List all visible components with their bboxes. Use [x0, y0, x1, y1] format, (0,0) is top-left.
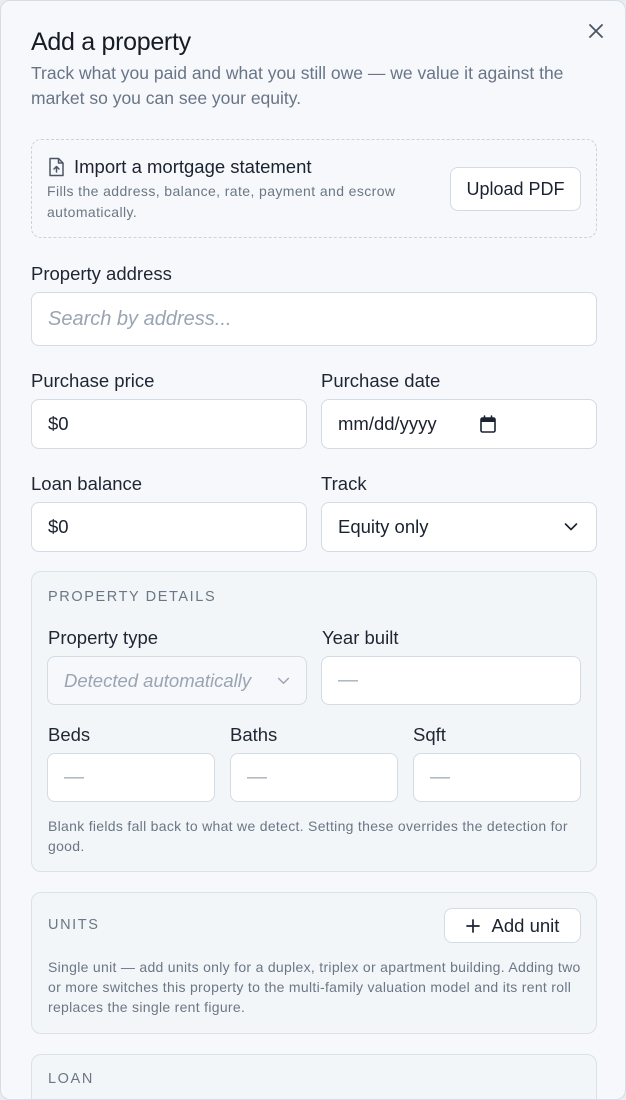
loan-balance-label: Loan balance: [31, 473, 143, 494]
import-statement-box: Import a mortgage statement Fills the ad…: [31, 139, 597, 238]
property-details-heading: PROPERTY DETAILS: [48, 589, 217, 605]
upload-pdf-button[interactable]: Upload PDF: [450, 167, 581, 211]
plus-icon: [465, 918, 480, 933]
purchase-date-value: mm/dd/yyyy: [338, 413, 437, 434]
purchase-price-label: Purchase price: [31, 370, 155, 391]
track-value: Equity only: [338, 516, 429, 537]
purchase-date-input[interactable]: mm/dd/yyyy: [321, 399, 597, 449]
baths-value: —: [247, 766, 267, 788]
beds-input[interactable]: —: [47, 753, 215, 802]
sqft-value: —: [430, 766, 450, 788]
close-icon: [589, 24, 603, 38]
beds-label: Beds: [48, 724, 91, 745]
year-built-value: —: [338, 669, 358, 691]
sqft-input[interactable]: —: [413, 753, 581, 802]
add-property-modal: Add a property Track what you paid and w…: [0, 0, 626, 1100]
add-unit-label: Add unit: [491, 914, 560, 936]
loan-balance-input[interactable]: $0: [31, 502, 307, 552]
track-select[interactable]: Equity only: [321, 502, 597, 552]
add-unit-button[interactable]: Add unit: [444, 908, 581, 943]
modal-subtitle: Track what you paid and what you still o…: [31, 63, 564, 108]
address-label: Property address: [31, 263, 172, 284]
baths-input[interactable]: —: [230, 753, 398, 802]
property-type-label: Property type: [48, 627, 159, 648]
address-placeholder: Search by address...: [48, 307, 232, 330]
import-description: Fills the address, balance, rate, paymen…: [47, 183, 396, 220]
loan-panel: LOAN: [31, 1054, 597, 1099]
year-built-input[interactable]: —: [321, 656, 581, 705]
close-button[interactable]: [585, 20, 607, 42]
property-type-placeholder: Detected automatically: [64, 669, 252, 691]
purchase-price-value: $0: [48, 413, 69, 434]
property-type-select[interactable]: Detected automatically: [47, 656, 307, 705]
loan-heading: LOAN: [48, 1071, 94, 1087]
file-upload-icon: [49, 157, 64, 177]
modal-title: Add a property: [31, 28, 191, 56]
sqft-label: Sqft: [413, 724, 446, 745]
calendar-icon[interactable]: [480, 415, 496, 433]
baths-label: Baths: [230, 724, 278, 745]
property-details-panel: PROPERTY DETAILS Property type Detected …: [31, 571, 597, 872]
import-title: Import a mortgage statement: [74, 156, 312, 177]
units-note: Single unit — add units only for a duple…: [48, 959, 581, 1015]
beds-value: —: [64, 766, 84, 788]
chevron-down-icon: [277, 677, 290, 684]
property-details-note: Blank fields fall back to what we detect…: [48, 818, 568, 854]
units-heading: UNITS: [48, 917, 100, 933]
chevron-down-icon: [564, 523, 578, 531]
track-label: Track: [321, 473, 367, 494]
loan-balance-value: $0: [48, 516, 69, 537]
address-search-input[interactable]: Search by address...: [31, 292, 597, 346]
purchase-price-input[interactable]: $0: [31, 399, 307, 449]
purchase-date-label: Purchase date: [321, 370, 441, 391]
units-panel: UNITS Add unit Single unit — add units o…: [31, 892, 597, 1034]
year-built-label: Year built: [322, 627, 399, 648]
